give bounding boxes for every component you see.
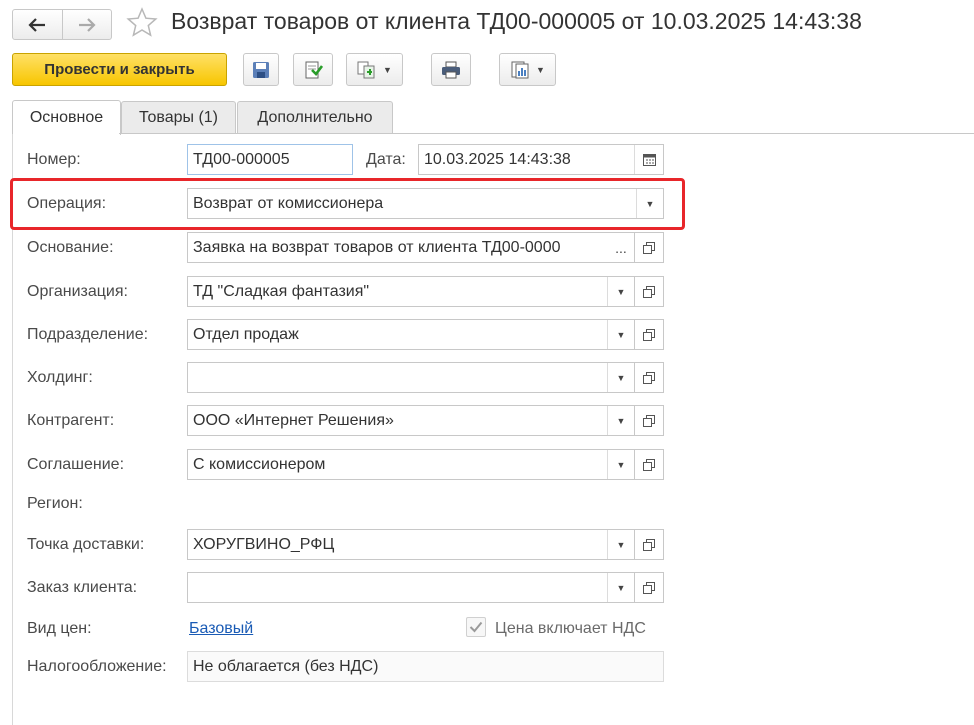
- arrow-right-icon: [78, 17, 96, 32]
- chevron-down-icon[interactable]: ▼: [607, 277, 634, 306]
- open-window-icon: [643, 328, 655, 341]
- open-window-icon: [643, 285, 655, 298]
- open-window-icon: [643, 458, 655, 471]
- organization-select[interactable]: ТД "Сладкая фантазия" ▼: [187, 276, 664, 307]
- basis-input[interactable]: Заявка на возврат товаров от клиента ТД0…: [187, 232, 664, 263]
- number-label: Номер:: [27, 151, 81, 168]
- open-window-icon: [643, 414, 655, 427]
- navigation-buttons: [12, 9, 112, 40]
- open-button[interactable]: [634, 530, 663, 559]
- department-label: Подразделение:: [27, 326, 149, 343]
- save-button[interactable]: [243, 53, 279, 86]
- operation-label: Операция:: [27, 195, 107, 212]
- reports-button[interactable]: ▼: [499, 53, 556, 86]
- create-based-on-button[interactable]: ▼: [346, 53, 403, 86]
- chevron-down-icon[interactable]: ▼: [636, 189, 663, 218]
- taxation-field: Не облагается (без НДС): [187, 651, 664, 682]
- open-button[interactable]: [634, 277, 663, 306]
- window-title: Возврат товаров от клиента ТД00-000005 о…: [171, 8, 862, 34]
- chevron-down-icon[interactable]: ▼: [607, 406, 634, 435]
- agreement-label: Соглашение:: [27, 456, 125, 473]
- chevron-down-icon[interactable]: ▼: [607, 450, 634, 479]
- organization-label: Организация:: [27, 283, 128, 300]
- arrow-left-icon: [28, 17, 46, 32]
- counterparty-label: Контрагент:: [27, 412, 115, 429]
- agreement-select[interactable]: С комиссионером ▼: [187, 449, 664, 480]
- forward-button[interactable]: [61, 10, 112, 39]
- client-order-select[interactable]: ▼: [187, 572, 664, 603]
- open-window-icon: [643, 581, 655, 594]
- open-window-icon: [643, 371, 655, 384]
- holding-label: Холдинг:: [27, 369, 93, 386]
- create-based-on-icon: [357, 61, 375, 78]
- back-button[interactable]: [13, 10, 62, 39]
- region-label: Регион:: [27, 495, 83, 512]
- chevron-down-icon[interactable]: ▼: [607, 573, 634, 602]
- taxation-label: Налогообложение:: [27, 658, 167, 675]
- open-window-icon: [643, 241, 655, 254]
- operation-select[interactable]: Возврат от комиссионера ▼: [187, 188, 664, 219]
- holding-select[interactable]: ▼: [187, 362, 664, 393]
- print-button[interactable]: [431, 53, 471, 86]
- chevron-down-icon[interactable]: ▼: [607, 363, 634, 392]
- number-input[interactable]: ТД00-000005: [187, 144, 353, 175]
- tab-divider: [119, 133, 974, 134]
- select-button[interactable]: ...: [608, 233, 634, 262]
- tab-main[interactable]: Основное: [12, 100, 121, 135]
- price-includes-vat-label: Цена включает НДС: [495, 620, 646, 637]
- post-document-icon: [305, 61, 323, 78]
- chevron-down-icon: ▼: [536, 64, 545, 75]
- delivery-point-label: Точка доставки:: [27, 536, 145, 553]
- chevron-down-icon: ▼: [383, 64, 392, 75]
- calendar-icon: [642, 154, 656, 166]
- price-type-label: Вид цен:: [27, 620, 92, 637]
- calendar-button[interactable]: [634, 145, 663, 174]
- date-input[interactable]: 10.03.2025 14:43:38: [418, 144, 664, 175]
- post-button[interactable]: [293, 53, 333, 86]
- counterparty-select[interactable]: ООО «Интернет Решения» ▼: [187, 405, 664, 436]
- tab-goods[interactable]: Товары (1): [121, 101, 236, 134]
- open-button[interactable]: [634, 573, 663, 602]
- chevron-down-icon[interactable]: ▼: [607, 320, 634, 349]
- open-button[interactable]: [634, 320, 663, 349]
- tab-additional[interactable]: Дополнительно: [237, 101, 393, 134]
- reports-icon: [511, 61, 529, 78]
- price-type-link[interactable]: Базовый: [189, 620, 253, 638]
- open-window-icon: [643, 538, 655, 551]
- open-button[interactable]: [634, 406, 663, 435]
- floppy-disk-icon: [253, 61, 269, 78]
- client-order-label: Заказ клиента:: [27, 579, 138, 596]
- open-button[interactable]: [634, 450, 663, 479]
- open-button[interactable]: [634, 363, 663, 392]
- printer-icon: [442, 61, 460, 78]
- price-includes-vat-checkbox[interactable]: [466, 617, 486, 637]
- open-button[interactable]: [634, 233, 663, 262]
- star-icon[interactable]: [126, 6, 158, 40]
- date-label: Дата:: [366, 151, 406, 168]
- chevron-down-icon[interactable]: ▼: [607, 530, 634, 559]
- department-select[interactable]: Отдел продаж ▼: [187, 319, 664, 350]
- checkmark-icon: [469, 621, 483, 633]
- basis-label: Основание:: [27, 239, 114, 256]
- post-and-close-button[interactable]: Провести и закрыть: [12, 53, 227, 86]
- delivery-point-select[interactable]: ХОРУГВИНО_РФЦ ▼: [187, 529, 664, 560]
